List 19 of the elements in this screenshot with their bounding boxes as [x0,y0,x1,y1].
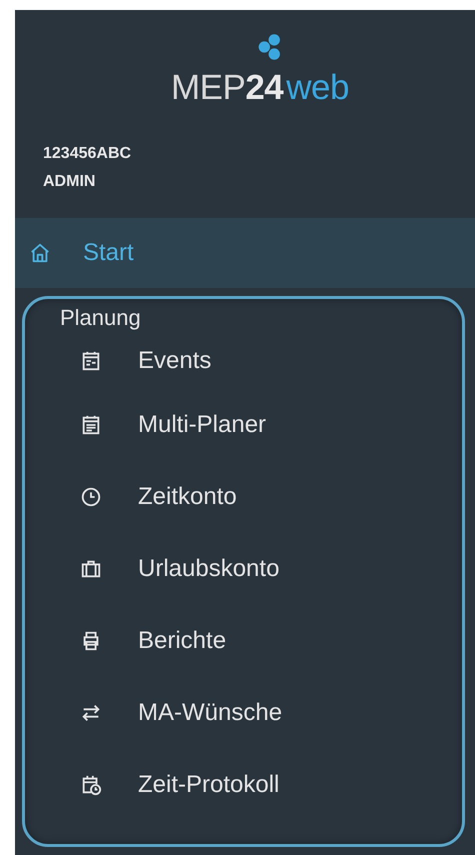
home-icon [29,242,51,264]
menu-item[interactable]: Multi-Planer [60,389,462,461]
suitcase-icon [80,558,102,580]
menu-item[interactable]: Zeitkonto [60,461,462,533]
account-id: 123456ABC [43,144,132,164]
calendar-clock-icon [80,774,102,796]
account-role: ADMIN [43,172,96,192]
logo-text: MEP24web [170,68,349,108]
start-nav-item[interactable]: Start [15,218,475,288]
group-title: Planung [60,304,142,332]
menu-item[interactable]: Urlaubskonto [60,533,462,605]
menu-item[interactable]: Berichte [60,605,462,677]
menu-item[interactable]: Zeit-Protokoll [60,749,462,821]
swap-arrows-icon [80,702,102,724]
calendar-icon [80,414,102,436]
calendar-icon [80,350,102,372]
menu-item[interactable]: Events [60,333,462,389]
clock-icon [80,486,102,508]
menu-item[interactable]: MA-Wünsche [60,677,462,749]
